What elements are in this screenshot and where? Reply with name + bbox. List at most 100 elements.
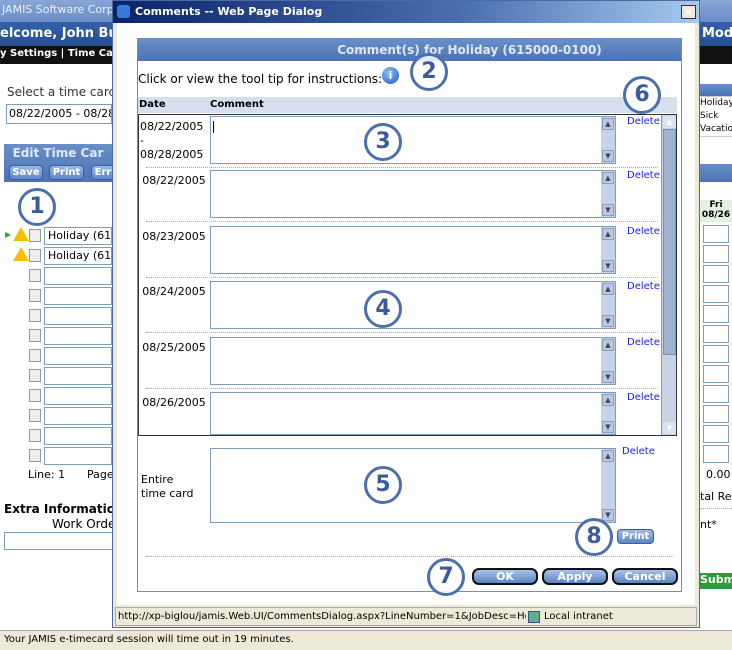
hours-input[interactable] (703, 425, 729, 443)
comment-doc-icon[interactable] (29, 309, 41, 322)
callout-4: 4 (364, 290, 402, 328)
comment-textarea[interactable]: ▲ ▼ (210, 337, 616, 385)
info-icon[interactable]: i (382, 67, 399, 84)
comment-date: 08/24/2005 (140, 285, 208, 299)
print-button[interactable]: Print (49, 165, 84, 180)
text-cursor (213, 121, 214, 133)
comment-textarea[interactable]: ▲ ▼ (210, 170, 616, 218)
date-text: 08/25/2005 (142, 341, 206, 354)
line-entry-field[interactable] (44, 267, 112, 285)
scroll-thumb[interactable] (663, 129, 676, 355)
textarea-scrollbar[interactable]: ▲ ▼ (601, 171, 615, 217)
comment-textarea[interactable]: ▲ ▼ (210, 226, 616, 274)
comment-textarea[interactable]: ▲ ▼ (210, 281, 616, 329)
delete-comment-link[interactable]: Delete (627, 226, 660, 237)
scroll-down-icon[interactable]: ▼ (602, 150, 614, 162)
scroll-up-icon[interactable]: ▲ (602, 394, 614, 406)
period-select[interactable]: 08/22/2005 - 08/28/2 (6, 104, 112, 124)
cancel-button[interactable]: Cancel (612, 568, 678, 585)
line-entry-field[interactable] (44, 287, 112, 305)
line-entry-field[interactable] (44, 347, 112, 365)
ok-button[interactable]: OK (472, 568, 538, 585)
scroll-down-icon[interactable]: ▼ (602, 260, 614, 272)
hours-input[interactable] (703, 445, 729, 463)
delete-comment-link[interactable]: Delete (627, 392, 660, 403)
line-entry-field[interactable] (44, 407, 112, 425)
scroll-down-icon[interactable]: ▼ (602, 509, 614, 521)
comment-doc-icon[interactable] (29, 269, 41, 282)
comment-doc-icon[interactable] (29, 349, 41, 362)
scroll-up-icon[interactable]: ▲ (602, 339, 614, 351)
delete-comment-link[interactable]: Delete (627, 170, 660, 181)
submit-button[interactable]: Submi (700, 573, 732, 589)
hours-input[interactable] (703, 325, 729, 343)
scroll-down-icon[interactable]: ▼ (602, 204, 614, 216)
entire-timecard-delete-link[interactable]: Delete (622, 446, 655, 457)
line-entry-field[interactable] (44, 447, 112, 465)
textarea-scrollbar[interactable]: ▲ ▼ (601, 282, 615, 328)
hours-input[interactable] (703, 245, 729, 263)
hours-input[interactable] (703, 345, 729, 363)
scroll-up-icon[interactable]: ▲ (602, 450, 614, 462)
comment-doc-icon[interactable] (29, 389, 41, 402)
textarea-scrollbar[interactable]: ▲ ▼ (601, 338, 615, 384)
grid-header (700, 164, 732, 182)
comment-doc-icon[interactable] (29, 429, 41, 442)
print-comments-button[interactable]: Print (617, 529, 654, 544)
security-zone: Local intranet (544, 611, 613, 622)
row-divider (146, 388, 658, 389)
textarea-scrollbar[interactable]: ▲ ▼ (601, 227, 615, 273)
comment-doc-icon[interactable] (29, 449, 41, 462)
comment-textarea[interactable]: ▲ ▼ (210, 116, 616, 164)
line-entry-field[interactable] (44, 427, 112, 445)
line-entry-field[interactable] (44, 367, 112, 385)
scroll-down-icon[interactable]: ▼ (602, 421, 614, 433)
scroll-up-icon[interactable]: ▲ (602, 283, 614, 295)
hours-input[interactable] (703, 405, 729, 423)
scroll-up-icon[interactable]: ▲ (663, 116, 676, 128)
total-label: tal Re (700, 490, 732, 503)
hours-input[interactable] (703, 285, 729, 303)
hours-input[interactable] (703, 365, 729, 383)
hours-input[interactable] (703, 265, 729, 283)
task-types-list: Holiday Sick Vacatio (700, 96, 732, 137)
textarea-scrollbar[interactable]: ▲ ▼ (601, 117, 615, 163)
scroll-up-icon[interactable]: ▲ (602, 172, 614, 184)
comment-doc-icon[interactable] (29, 289, 41, 302)
line-entry-field[interactable] (44, 387, 112, 405)
apply-button[interactable]: Apply (542, 568, 608, 585)
hours-input[interactable] (703, 225, 729, 243)
line-entry-field[interactable]: Holiday (615 (44, 247, 112, 265)
scroll-down-icon[interactable]: ▼ (602, 371, 614, 383)
line-entry-field[interactable]: Holiday (615 (44, 227, 112, 245)
save-button[interactable]: Save (9, 165, 43, 180)
textarea-scrollbar[interactable]: ▲ ▼ (601, 393, 615, 434)
work-order-input[interactable] (4, 532, 114, 550)
hours-input[interactable] (703, 305, 729, 323)
scroll-up-icon[interactable]: ▲ (602, 228, 614, 240)
list-scrollbar[interactable]: ▲ ▼ (661, 115, 676, 435)
scroll-down-icon[interactable]: ▼ (663, 422, 676, 434)
comment-doc-icon[interactable] (29, 409, 41, 422)
entire-timecard-comment[interactable]: ▲ ▼ (210, 448, 616, 523)
dialog-title-bar[interactable]: Comments -- Web Page Dialog × (113, 1, 699, 23)
line-entry-field[interactable] (44, 327, 112, 345)
delete-comment-link[interactable]: Delete (627, 281, 660, 292)
comment-doc-icon[interactable] (29, 329, 41, 342)
delete-comment-link[interactable]: Delete (627, 337, 660, 348)
comment-textarea[interactable]: ▲ ▼ (210, 392, 616, 435)
type-holiday: Holiday (700, 98, 732, 108)
delete-comment-link[interactable]: Delete (627, 116, 660, 127)
hours-input[interactable] (703, 385, 729, 403)
callout-1: 1 (18, 188, 56, 226)
scroll-up-icon[interactable]: ▲ (602, 118, 614, 130)
comment-doc-icon[interactable] (29, 249, 41, 262)
line-entry-field[interactable] (44, 307, 112, 325)
comment-doc-icon[interactable] (29, 369, 41, 382)
nav-links[interactable]: y Settings | Time Card (0, 48, 125, 59)
instructions-text: Click or view the tool tip for instructi… (138, 72, 383, 86)
textarea-scrollbar[interactable]: ▲ ▼ (601, 449, 615, 522)
scroll-down-icon[interactable]: ▼ (602, 315, 614, 327)
close-button[interactable]: × (681, 5, 696, 19)
comment-doc-icon[interactable] (29, 229, 41, 242)
